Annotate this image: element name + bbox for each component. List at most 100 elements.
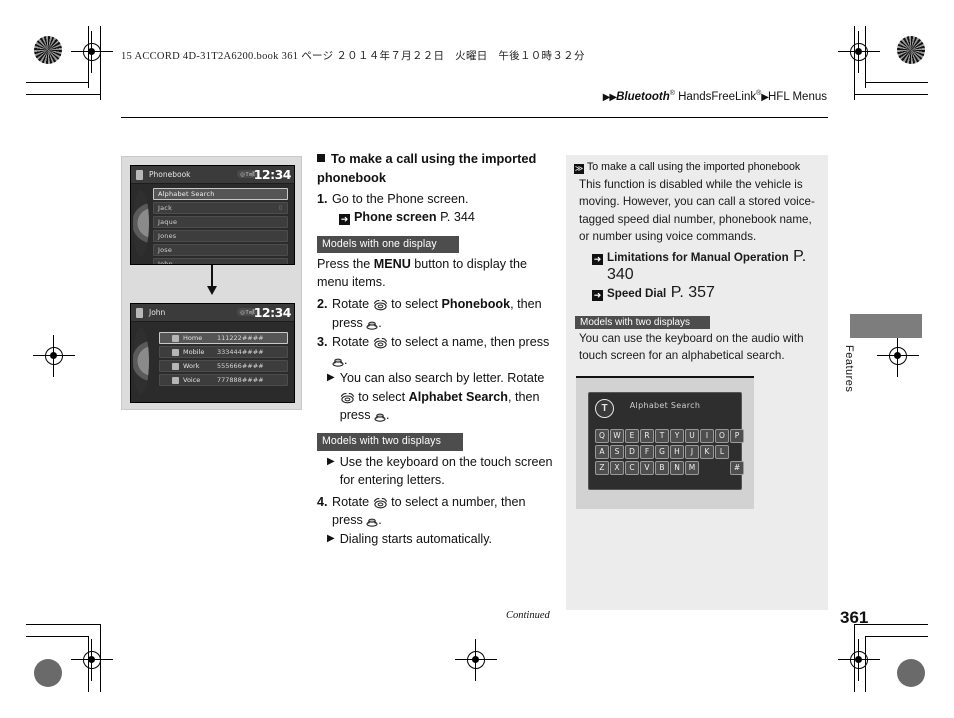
bullet-triangle-icon: ▶ — [327, 455, 335, 467]
badge-models-with-one-display: Models with one display — [317, 235, 459, 253]
step3-note-part-a: You can also search by letter. Rotate — [339, 371, 545, 386]
registration-mark-mid-left — [33, 335, 75, 377]
number-kind: Home — [183, 334, 203, 342]
key-m[interactable]: M — [685, 461, 699, 476]
phone-number: 555666#### — [217, 362, 264, 370]
step-3: 3. Rotate to select a name, then press . — [317, 333, 555, 370]
step2-part-b: to select — [387, 297, 442, 312]
interface-dial-graphic — [133, 328, 149, 394]
step3-part-c: . — [344, 353, 348, 368]
key-l[interactable]: L — [715, 445, 729, 460]
key-q[interactable]: Q — [595, 429, 609, 444]
key-h[interactable]: H — [670, 445, 684, 460]
sidebar-body-text-2: You can use the keyboard on the audio wi… — [579, 331, 804, 362]
key-t[interactable]: T — [655, 429, 669, 444]
key-n[interactable]: N — [670, 461, 684, 476]
home-icon — [172, 334, 179, 342]
clock: 12:34 — [253, 167, 292, 182]
sidebar-heading-text: To make a call using the imported phoneb… — [587, 161, 801, 173]
cross-reference-limitations[interactable]: ➜ Limitations for Manual Operation P. 34… — [592, 248, 816, 284]
number-kind: Mobile — [183, 348, 205, 356]
key-a[interactable]: A — [595, 445, 609, 460]
sidebar-badge-models-with-two-displays: Models with two displays — [575, 315, 711, 329]
table-row[interactable]: Work 555666#### — [159, 360, 288, 372]
phone-icon — [136, 169, 143, 180]
screen-body: Home 111222#### Mobile 333444#### Work 5556… — [131, 322, 294, 402]
table-row[interactable]: Mobile 333444#### — [159, 346, 288, 358]
sidebar-heading: ≫ To make a call using the imported phon… — [574, 161, 816, 174]
step-text: Rotate to select Phonebook, then press . — [332, 295, 555, 332]
keyboard-row-2: A S D F G H J K L — [595, 445, 744, 460]
list-item[interactable]: John — [153, 258, 288, 265]
rotate-knob-icon — [373, 337, 388, 349]
breadcrumb-hfl-menus: HFL Menus — [767, 90, 827, 103]
step4-part-a: Rotate — [332, 495, 373, 510]
list-item-label: John — [158, 260, 173, 265]
key-r[interactable]: R — [640, 429, 654, 444]
key-f[interactable]: F — [640, 445, 654, 460]
cross-reference-speed-dial[interactable]: ➜ Speed Dial P. 357 — [592, 284, 816, 302]
page-number: 361 — [840, 608, 869, 627]
jump-arrow-icon: ➜ — [592, 289, 603, 301]
step-text: Rotate to select a name, then press . — [332, 333, 555, 370]
number-kind: Work — [183, 362, 200, 370]
rotate-knob-icon — [340, 392, 355, 404]
jump-arrow-icon: ➜ — [592, 253, 603, 265]
menu-button-reference: MENU — [373, 256, 411, 271]
cross-reference-page: P. 344 — [440, 210, 475, 225]
key-d[interactable]: D — [625, 445, 639, 460]
key-i[interactable]: I — [700, 429, 714, 444]
press-knob-icon — [332, 355, 344, 367]
section-heading-text: To make a call using the imported phoneb… — [317, 151, 537, 185]
work-icon — [172, 362, 179, 370]
step3-note-part-b: to select — [354, 389, 409, 404]
screen-status-bar: John ◎T㎨ 12:34 — [131, 304, 294, 322]
print-control-dot-mark-bottom-right — [897, 659, 925, 687]
key-e[interactable]: E — [625, 429, 639, 444]
table-row[interactable]: Home 111222#### — [159, 332, 288, 344]
key-o[interactable]: O — [715, 429, 729, 444]
key-k[interactable]: K — [700, 445, 714, 460]
interface-dial-graphic — [133, 190, 149, 256]
step-3-note-text: You can also search by letter. Rotate to… — [340, 369, 555, 424]
key-y[interactable]: Y — [670, 429, 684, 444]
key-x[interactable]: X — [610, 461, 624, 476]
screen-title: Phonebook — [149, 170, 191, 179]
step-4: 4. Rotate to select a number, then press… — [317, 493, 555, 530]
key-v[interactable]: V — [640, 461, 654, 476]
key-u[interactable]: U — [685, 429, 699, 444]
step-number: 4. — [317, 495, 328, 510]
key-z[interactable]: Z — [595, 461, 609, 476]
key-g[interactable]: G — [655, 445, 669, 460]
list-item[interactable]: Jones — [153, 230, 288, 242]
registration-mark-bottom-left — [71, 639, 113, 681]
phonebook-list-screenshot: Phonebook ◎T㎨ 12:34 Alphabet Search Jack… — [130, 165, 295, 265]
breadcrumb-handsfreelink: HandsFreeLink — [674, 90, 757, 103]
step-2: 2. Rotate to select Phonebook, then pres… — [317, 295, 555, 332]
list-item[interactable]: Jack ▯ — [153, 202, 288, 214]
key-s[interactable]: S — [610, 445, 624, 460]
print-control-star-mark-top-right — [897, 36, 925, 64]
screen-status-bar: Phonebook ◎T㎨ 12:34 — [131, 166, 294, 184]
phone-number: 333444#### — [217, 348, 264, 356]
list-item[interactable]: Jose — [153, 244, 288, 256]
list-item[interactable]: Jaque — [153, 216, 288, 228]
key-p[interactable]: P — [730, 429, 744, 444]
key-hash[interactable]: # — [730, 461, 744, 476]
step3-part-a: Rotate — [332, 334, 373, 349]
screen-title: John — [149, 308, 166, 317]
key-w[interactable]: W — [610, 429, 624, 444]
alphabet-search-title: Alphabet Search — [629, 401, 701, 411]
sidebar-body-text: This function is disabled while the vehi… — [579, 178, 815, 244]
breadcrumb-arrow-mid-icon: ▶ — [761, 91, 769, 103]
cross-reference-phone-screen[interactable]: ➜ Phone screen P. 344 — [339, 208, 555, 226]
rotate-knob-icon — [373, 299, 388, 311]
step3-part-b: to select a name, then press — [387, 334, 550, 349]
keyboard-gap — [715, 461, 729, 475]
table-row[interactable]: Voice 777888#### — [159, 374, 288, 386]
list-item[interactable]: Alphabet Search — [153, 188, 288, 200]
key-c[interactable]: C — [625, 461, 639, 476]
key-b[interactable]: B — [655, 461, 669, 476]
on-screen-keyboard: Q W E R T Y U I O P A S D F G H J K L Z … — [595, 429, 744, 477]
key-j[interactable]: J — [685, 445, 699, 460]
